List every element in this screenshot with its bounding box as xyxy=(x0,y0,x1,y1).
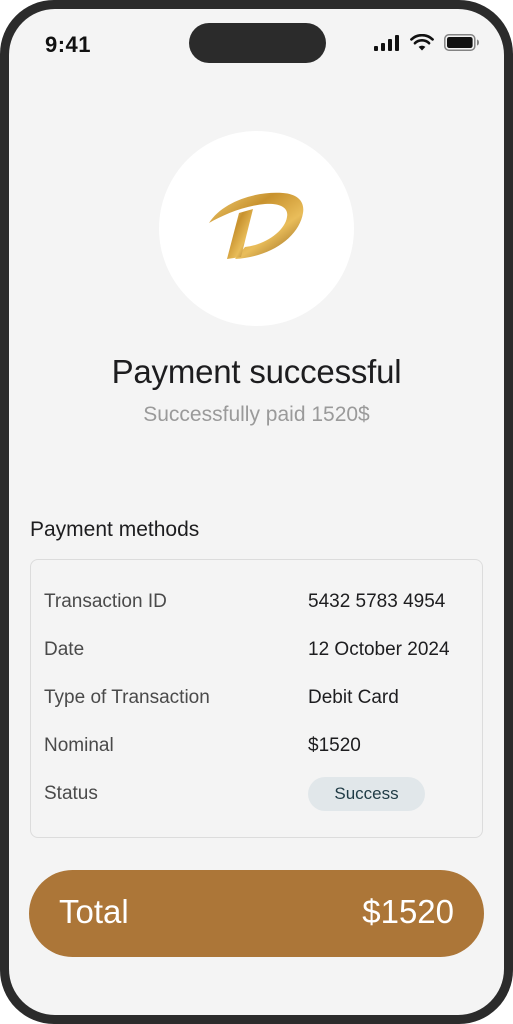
detail-label: Date xyxy=(44,639,85,660)
detail-row-status: Status Success xyxy=(31,777,482,811)
detail-row-date: Date 12 October 2024 xyxy=(31,634,482,666)
total-label: Total xyxy=(59,893,129,930)
detail-value: $1520 xyxy=(308,735,361,756)
detail-row-nominal: Nominal $1520 xyxy=(31,730,482,762)
detail-value: Debit Card xyxy=(308,687,399,708)
status-icons xyxy=(374,33,480,56)
cellular-signal-icon xyxy=(374,34,400,56)
page-title: Payment successful xyxy=(111,353,402,390)
detail-value: 5432 5783 4954 xyxy=(308,591,446,612)
gold-d-logo-icon xyxy=(205,187,309,270)
detail-label: Type of Transaction xyxy=(44,687,210,708)
details-card: Transaction ID 5432 5783 4954 Date 12 Oc… xyxy=(30,559,483,838)
detail-label: Status xyxy=(44,783,98,804)
status-time: 9:41 xyxy=(45,32,92,57)
dynamic-island xyxy=(189,23,326,63)
status-badge: Success xyxy=(308,777,425,811)
total-button[interactable]: Total $1520 xyxy=(29,870,484,957)
section-title: Payment methods xyxy=(30,518,200,541)
detail-label: Nominal xyxy=(44,735,114,756)
logo-circle xyxy=(159,131,354,326)
wifi-icon xyxy=(410,33,434,56)
detail-row-type: Type of Transaction Debit Card xyxy=(31,682,482,714)
detail-label: Transaction ID xyxy=(44,591,167,612)
detail-row-transaction-id: Transaction ID 5432 5783 4954 xyxy=(31,586,482,618)
battery-icon xyxy=(444,34,480,56)
detail-value: 12 October 2024 xyxy=(308,639,450,660)
phone-frame: 9:41 Payment successful Successfully pai… xyxy=(0,0,513,1024)
screen: 9:41 Payment successful Successfully pai… xyxy=(9,9,504,1015)
page-subtitle: Successfully paid 1520$ xyxy=(143,403,370,426)
total-value: $1520 xyxy=(362,893,454,930)
